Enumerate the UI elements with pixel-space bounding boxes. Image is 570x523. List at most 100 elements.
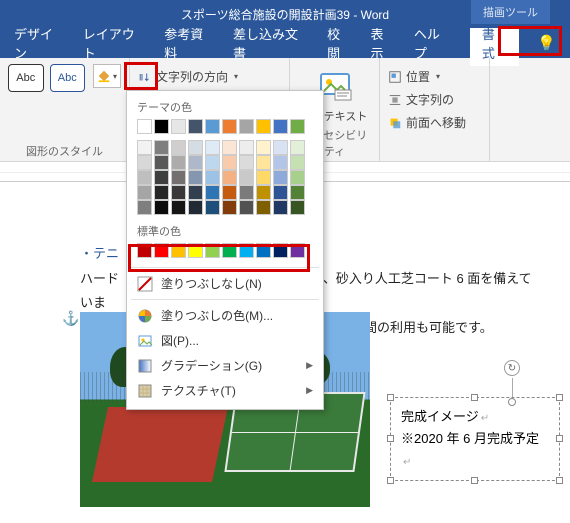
shape-style-sample[interactable]: Abc — [8, 64, 44, 92]
color-swatch[interactable] — [273, 119, 288, 134]
no-fill-item[interactable]: 塗りつぶしなし(N) — [127, 271, 323, 296]
color-swatch[interactable] — [273, 170, 288, 185]
color-swatch[interactable] — [137, 185, 152, 200]
color-swatch[interactable] — [154, 140, 169, 155]
color-swatch[interactable] — [273, 200, 288, 215]
resize-handle[interactable] — [387, 477, 394, 484]
color-swatch[interactable] — [273, 243, 288, 258]
color-swatch[interactable] — [205, 200, 220, 215]
color-swatch[interactable] — [222, 140, 237, 155]
color-swatch[interactable] — [239, 170, 254, 185]
shape-style-sample[interactable]: Abc — [50, 64, 86, 92]
color-swatch[interactable] — [205, 140, 220, 155]
color-swatch[interactable] — [273, 185, 288, 200]
color-swatch[interactable] — [256, 140, 271, 155]
color-swatch[interactable] — [239, 140, 254, 155]
color-swatch[interactable] — [290, 243, 305, 258]
resize-handle[interactable] — [471, 477, 478, 484]
color-swatch[interactable] — [290, 185, 305, 200]
color-swatch[interactable] — [222, 119, 237, 134]
color-swatch[interactable] — [154, 119, 169, 134]
color-swatch[interactable] — [273, 155, 288, 170]
color-swatch[interactable] — [222, 170, 237, 185]
color-swatch[interactable] — [290, 119, 305, 134]
wrap-text-button[interactable]: 文字列の — [388, 91, 481, 108]
color-swatch[interactable] — [137, 243, 152, 258]
color-swatch[interactable] — [205, 119, 220, 134]
color-swatch[interactable] — [256, 200, 271, 215]
color-swatch[interactable] — [188, 155, 203, 170]
color-swatch[interactable] — [171, 119, 186, 134]
color-swatch[interactable] — [222, 155, 237, 170]
shape-fill-button[interactable]: ▾ — [93, 64, 121, 88]
color-swatch[interactable] — [137, 140, 152, 155]
color-swatch[interactable] — [171, 155, 186, 170]
tab-layout[interactable]: レイアウト — [83, 24, 146, 62]
bring-forward-button[interactable]: 前面へ移動 — [388, 114, 481, 131]
resize-handle[interactable] — [556, 477, 563, 484]
tab-review[interactable]: 校閲 — [327, 24, 352, 62]
color-swatch[interactable] — [205, 243, 220, 258]
color-swatch[interactable] — [205, 170, 220, 185]
gradient-fill-item[interactable]: グラデーション(G) ▶ — [127, 353, 323, 378]
color-swatch[interactable] — [137, 170, 152, 185]
color-swatch[interactable] — [137, 200, 152, 215]
color-swatch[interactable] — [188, 200, 203, 215]
color-swatch[interactable] — [154, 200, 169, 215]
color-swatch[interactable] — [137, 155, 152, 170]
color-swatch[interactable] — [239, 243, 254, 258]
callout-textbox[interactable]: 完成イメージ ※2020 年 6 月完成予定 — [390, 397, 560, 481]
color-swatch[interactable] — [256, 243, 271, 258]
tab-design[interactable]: デザイン — [14, 24, 65, 62]
text-direction-button[interactable]: Ⅱ 文字列の方向▾ — [138, 68, 281, 85]
color-swatch[interactable] — [188, 185, 203, 200]
color-swatch[interactable] — [290, 155, 305, 170]
tab-help[interactable]: ヘルプ — [414, 24, 452, 62]
color-swatch[interactable] — [171, 243, 186, 258]
color-swatch[interactable] — [205, 185, 220, 200]
color-swatch[interactable] — [154, 185, 169, 200]
tab-mailings[interactable]: 差し込み文書 — [233, 24, 309, 62]
position-button[interactable]: 位置▾ — [388, 68, 481, 85]
texture-fill-item[interactable]: テクスチャ(T) ▶ — [127, 378, 323, 403]
color-swatch[interactable] — [171, 170, 186, 185]
color-swatch[interactable] — [273, 140, 288, 155]
color-swatch[interactable] — [171, 140, 186, 155]
resize-handle[interactable] — [387, 394, 394, 401]
tell-me-icon[interactable]: 💡 — [537, 34, 556, 52]
color-swatch[interactable] — [188, 170, 203, 185]
color-swatch[interactable] — [222, 200, 237, 215]
color-swatch[interactable] — [256, 155, 271, 170]
resize-handle[interactable] — [387, 435, 394, 442]
color-swatch[interactable] — [154, 243, 169, 258]
color-swatch[interactable] — [222, 185, 237, 200]
color-swatch[interactable] — [239, 200, 254, 215]
color-swatch[interactable] — [256, 119, 271, 134]
color-swatch[interactable] — [239, 185, 254, 200]
color-swatch[interactable] — [154, 155, 169, 170]
color-swatch[interactable] — [239, 119, 254, 134]
resize-handle[interactable] — [556, 435, 563, 442]
color-swatch[interactable] — [290, 140, 305, 155]
color-swatch[interactable] — [256, 170, 271, 185]
tab-view[interactable]: 表示 — [370, 24, 395, 62]
color-swatch[interactable] — [188, 119, 203, 134]
color-swatch[interactable] — [290, 170, 305, 185]
color-swatch[interactable] — [188, 140, 203, 155]
color-swatch[interactable] — [205, 155, 220, 170]
color-swatch[interactable] — [188, 243, 203, 258]
color-swatch[interactable] — [256, 185, 271, 200]
color-swatch[interactable] — [239, 155, 254, 170]
rotate-handle-icon[interactable]: ↻ — [504, 360, 520, 376]
resize-handle[interactable] — [471, 394, 478, 401]
more-fill-colors-item[interactable]: 塗りつぶしの色(M)... — [127, 303, 323, 328]
color-swatch[interactable] — [290, 200, 305, 215]
tab-references[interactable]: 参考資料 — [164, 24, 215, 62]
picture-fill-item[interactable]: 図(P)... — [127, 328, 323, 353]
color-swatch[interactable] — [171, 185, 186, 200]
color-swatch[interactable] — [222, 243, 237, 258]
color-swatch[interactable] — [171, 200, 186, 215]
resize-handle[interactable] — [556, 394, 563, 401]
color-swatch[interactable] — [154, 170, 169, 185]
color-swatch[interactable] — [137, 119, 152, 134]
